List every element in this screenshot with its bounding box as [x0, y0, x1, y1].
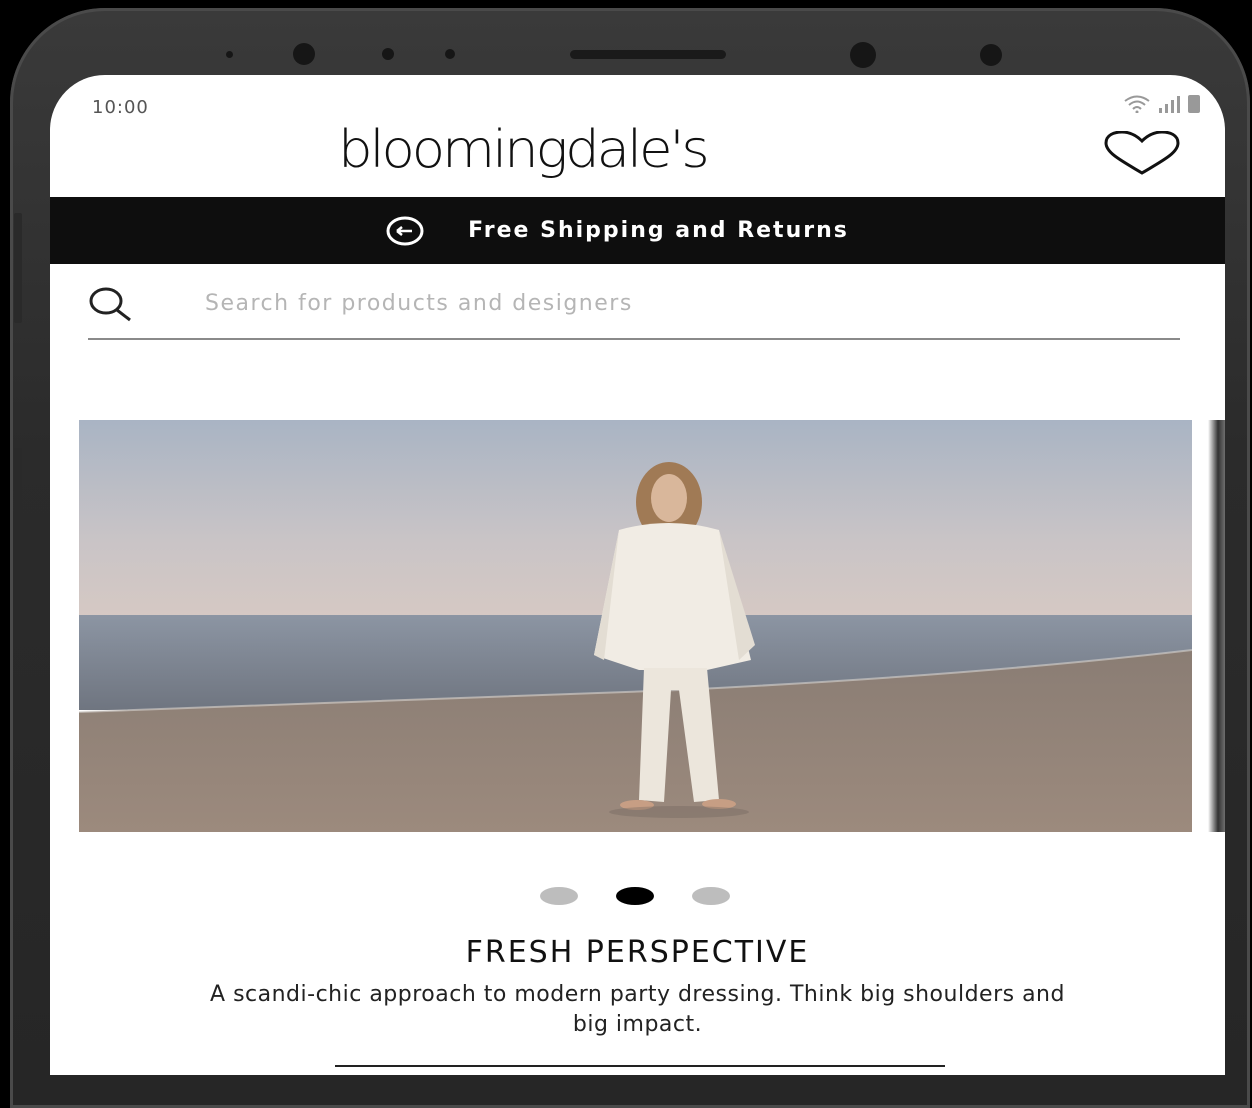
- heart-icon[interactable]: [1102, 131, 1182, 175]
- carousel-dot-active[interactable]: [616, 887, 654, 905]
- feature-description: A scandi-chic approach to modern party d…: [210, 982, 1065, 1037]
- power-button: [14, 448, 22, 518]
- signal-icon: [1159, 96, 1180, 113]
- hero-image[interactable]: [79, 420, 1192, 832]
- cta-button-edge[interactable]: [335, 1065, 945, 1067]
- search-underline: [88, 338, 1180, 340]
- next-slide-peek[interactable]: [1208, 420, 1225, 832]
- brand-logo[interactable]: bloomingdale's: [338, 120, 710, 180]
- search-icon[interactable]: [88, 285, 132, 323]
- app-screen: 10:00 bloomingdale's Free Shipping and R…: [50, 75, 1225, 1075]
- carousel-dot[interactable]: [692, 887, 730, 905]
- sensor-dot: [980, 44, 1002, 66]
- front-camera: [293, 43, 315, 65]
- feature-headline: FRESH PERSPECTIVE: [465, 935, 810, 970]
- battery-icon: [1188, 95, 1200, 113]
- volume-button: [14, 213, 22, 323]
- front-camera: [850, 42, 876, 68]
- sensor-dot: [226, 51, 233, 58]
- sensor-dot: [382, 48, 394, 60]
- carousel-indicators: [540, 887, 730, 905]
- status-icons: [1124, 95, 1200, 113]
- wifi-icon: [1124, 95, 1150, 113]
- search-input[interactable]: [205, 285, 1105, 321]
- carousel-dot[interactable]: [540, 887, 578, 905]
- promo-text: Free Shipping and Returns: [468, 218, 849, 243]
- earpiece-speaker: [570, 50, 726, 59]
- sensor-dot: [445, 49, 455, 59]
- promo-banner[interactable]: Free Shipping and Returns: [50, 197, 1225, 264]
- status-time: 10:00: [92, 97, 149, 118]
- return-arrow-icon: [386, 216, 424, 245]
